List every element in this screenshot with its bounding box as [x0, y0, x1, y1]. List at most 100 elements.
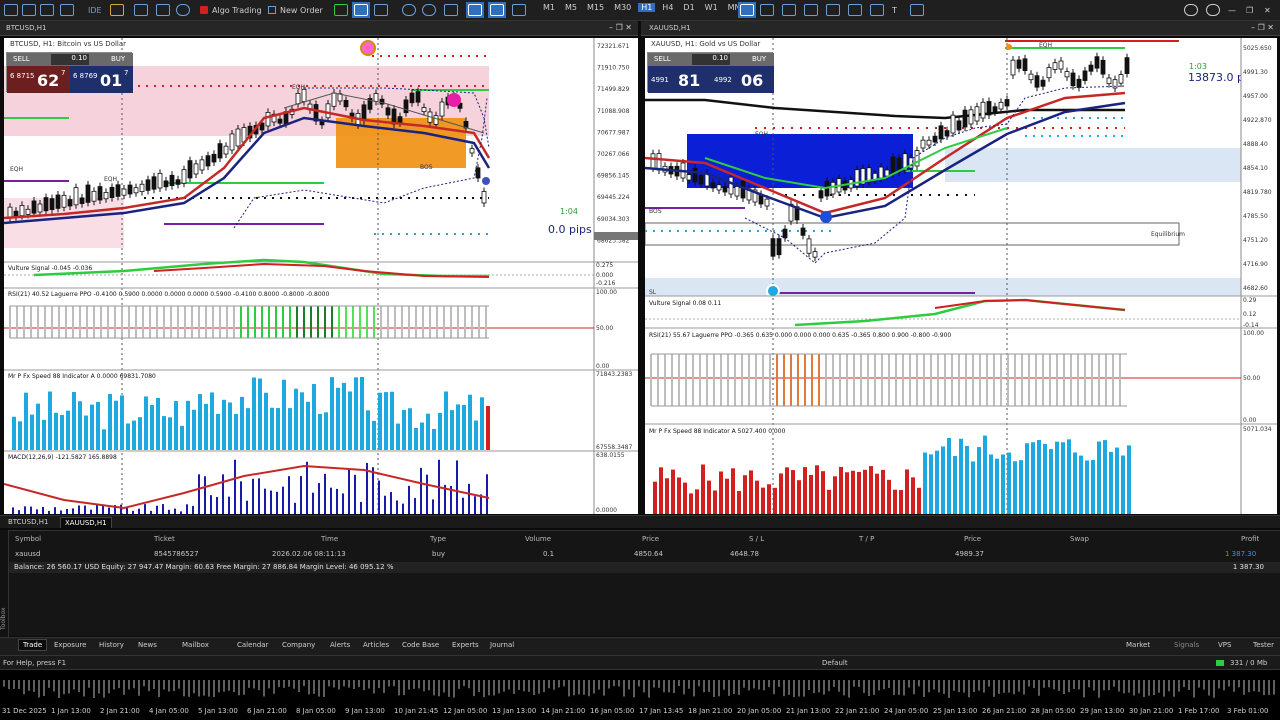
candle-body [926, 139, 932, 146]
market-link[interactable]: Market [1126, 641, 1150, 649]
options-icon[interactable] [156, 2, 170, 18]
col-time[interactable]: Time [321, 535, 338, 543]
left-chart-controls[interactable]: – ❐ ✕ [609, 23, 632, 32]
lock-icon[interactable] [110, 2, 124, 18]
timeframe-h1[interactable]: H1 [638, 3, 656, 12]
macd-bar [156, 505, 158, 514]
btc-sell-button[interactable]: SELL [13, 55, 30, 63]
xau-sell-price-box[interactable]: 4991 81 [648, 66, 711, 93]
btc-chart-window[interactable]: EQH EQH EQH BOS 1:04 0.0 pips 72321.671 7… [4, 38, 638, 514]
shapes-icon[interactable] [910, 2, 924, 18]
timeframe-w1[interactable]: W1 [702, 3, 721, 12]
market-watch-icon[interactable] [40, 2, 54, 18]
col-tp[interactable]: T / P [859, 535, 874, 543]
zoom-in-icon[interactable] [402, 2, 416, 18]
tab-xauusd[interactable]: XAUUSD,H1 [60, 517, 112, 528]
col-current-price[interactable]: Price [964, 535, 981, 543]
timeframe-m15[interactable]: M15 [584, 3, 607, 12]
timeframe-h4[interactable]: H4 [659, 3, 676, 12]
timeframe-d1[interactable]: D1 [680, 3, 697, 12]
signals-link[interactable]: Signals [1174, 641, 1199, 649]
tab-experts[interactable]: Experts [452, 641, 479, 649]
crosshair-icon[interactable] [760, 2, 774, 18]
tab-exposure[interactable]: Exposure [54, 641, 86, 649]
ide-icon[interactable]: IDE [88, 2, 102, 18]
tab-news[interactable]: News [138, 641, 157, 649]
xau-buy-button[interactable]: BUY [752, 55, 766, 63]
xau-buy-price-box[interactable]: 4992 06 [711, 66, 774, 93]
trendline-icon[interactable] [826, 2, 840, 18]
close-icon[interactable]: ✕ [1264, 2, 1271, 18]
tab-history[interactable]: History [99, 641, 124, 649]
cursor-icon[interactable] [738, 2, 756, 18]
col-swap[interactable]: Swap [1070, 535, 1089, 543]
row-sl[interactable]: 4648.78 [730, 550, 759, 558]
xau-chart-canvas[interactable]: EQH EQH BOS SL Equilibrium 1:03 13873.0 … [645, 38, 1277, 514]
btc-chart-canvas[interactable]: EQH EQH EQH BOS 1:04 0.0 pips 72321.671 7… [4, 38, 638, 514]
horizontal-line-icon[interactable] [804, 2, 818, 18]
auto-scroll-icon[interactable] [466, 2, 484, 18]
speed-bar [42, 419, 46, 450]
col-volume[interactable]: Volume [525, 535, 551, 543]
text-tool-icon[interactable]: T [892, 2, 897, 18]
btc-buy-button[interactable]: BUY [111, 55, 125, 63]
table-row[interactable]: xauusd 8545786527 2026.02.06 08:11:13 bu… [9, 548, 1280, 560]
vertical-line-icon[interactable] [782, 2, 796, 18]
macd-bar [258, 478, 260, 514]
tab-journal[interactable]: Journal [490, 641, 514, 649]
line-chart-icon[interactable] [374, 2, 388, 18]
algo-trading-button[interactable]: Algo Trading [200, 2, 262, 18]
right-chart-controls[interactable]: – ❐ ✕ [1251, 23, 1274, 32]
timeframe-m5[interactable]: M5 [562, 3, 580, 12]
restore-icon[interactable]: ❐ [1246, 2, 1253, 18]
minimize-icon[interactable]: — [1228, 2, 1236, 18]
candle-body [1016, 59, 1022, 69]
new-chart-icon[interactable] [4, 2, 18, 18]
xau-sell-button[interactable]: SELL [654, 55, 671, 63]
timeframe-m30[interactable]: M30 [611, 3, 634, 12]
col-ticket[interactable]: Ticket [154, 535, 175, 543]
col-sl[interactable]: S / L [749, 535, 764, 543]
vps-link[interactable]: VPS [1218, 641, 1231, 649]
col-price[interactable]: Price [642, 535, 659, 543]
candle-body [133, 187, 139, 194]
navigator-icon[interactable] [60, 2, 74, 18]
grid-icon[interactable] [444, 2, 458, 18]
time-axis-label: 1 Jan 13:00 [51, 707, 91, 715]
col-type[interactable]: Type [430, 535, 446, 543]
zoom-out-icon[interactable] [422, 2, 436, 18]
price-tick: 4751.20 [1243, 237, 1268, 244]
tab-trade[interactable]: Trade [18, 639, 48, 651]
btc-sell-price-box[interactable]: 6 8715 62 7 [7, 66, 70, 93]
candlestick-icon[interactable] [352, 2, 370, 18]
chart-shift-icon[interactable] [488, 2, 506, 18]
tab-alerts[interactable]: Alerts [330, 641, 350, 649]
tab-calendar[interactable]: Calendar [237, 641, 268, 649]
tab-btcusd[interactable]: BTCUSD,H1 [4, 517, 52, 528]
search-icon[interactable] [1184, 2, 1198, 18]
tab-company[interactable]: Company [282, 641, 315, 649]
profiles-icon[interactable] [22, 2, 36, 18]
xau-chart-window[interactable]: EQH EQH BOS SL Equilibrium 1:03 13873.0 … [645, 38, 1277, 514]
macd-bar [36, 509, 38, 514]
tab-articles[interactable]: Articles [363, 641, 389, 649]
settings-gear-icon[interactable] [176, 2, 190, 18]
pencil-icon[interactable] [848, 2, 862, 18]
channel-icon[interactable] [870, 2, 884, 18]
speed-bar [983, 435, 987, 514]
indicators-icon[interactable] [512, 2, 526, 18]
cloud-icon[interactable] [134, 2, 148, 18]
community-icon[interactable] [1206, 2, 1220, 18]
speed-bar [150, 405, 154, 450]
timeframe-m1[interactable]: M1 [540, 3, 558, 12]
tab-code-base[interactable]: Code Base [402, 641, 439, 649]
col-symbol[interactable]: Symbol [15, 535, 41, 543]
btc-buy-price-box[interactable]: 6 8769 01 7 [70, 66, 133, 93]
tab-mailbox[interactable]: Mailbox [182, 641, 209, 649]
tester-link[interactable]: Tester [1253, 641, 1274, 649]
bar-chart-icon[interactable] [334, 2, 348, 18]
new-order-button[interactable]: New Order [268, 2, 323, 18]
btc-lot-input[interactable]: 0.10 [51, 54, 89, 65]
xau-lot-input[interactable]: 0.10 [692, 54, 730, 65]
col-profit[interactable]: Profit [1241, 535, 1259, 543]
